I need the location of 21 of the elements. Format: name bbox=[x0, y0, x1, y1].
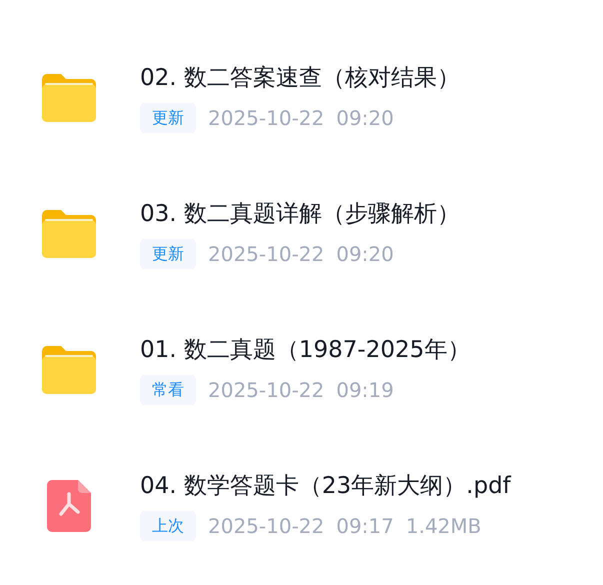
file-date: 2025-10-22 bbox=[208, 105, 324, 132]
folder-icon bbox=[40, 209, 98, 259]
file-tag: 更新 bbox=[140, 103, 196, 133]
file-tag: 常看 bbox=[140, 375, 196, 405]
file-date: 2025-10-22 bbox=[208, 241, 324, 268]
folder-icon bbox=[40, 73, 98, 123]
file-date: 2025-10-22 bbox=[208, 377, 324, 404]
file-name[interactable]: 02. 数二答案速查（核对结果） bbox=[140, 63, 460, 93]
file-tag: 上次 bbox=[140, 511, 196, 541]
file-size: 1.42MB bbox=[406, 513, 482, 540]
file-time: 09:20 bbox=[336, 105, 394, 132]
folder-icon bbox=[40, 345, 98, 395]
file-date: 2025-10-22 bbox=[208, 513, 324, 540]
file-tag: 更新 bbox=[140, 239, 196, 269]
file-name[interactable]: 01. 数二真题（1987-2025年） bbox=[140, 335, 470, 365]
file-time: 09:20 bbox=[336, 241, 394, 268]
file-time: 09:17 bbox=[336, 513, 394, 540]
file-name[interactable]: 03. 数二真题详解（步骤解析） bbox=[140, 199, 460, 229]
file-name[interactable]: 04. 数学答题卡（23年新大纲）.pdf bbox=[140, 471, 511, 501]
file-time: 09:19 bbox=[336, 377, 394, 404]
pdf-icon bbox=[47, 480, 91, 532]
